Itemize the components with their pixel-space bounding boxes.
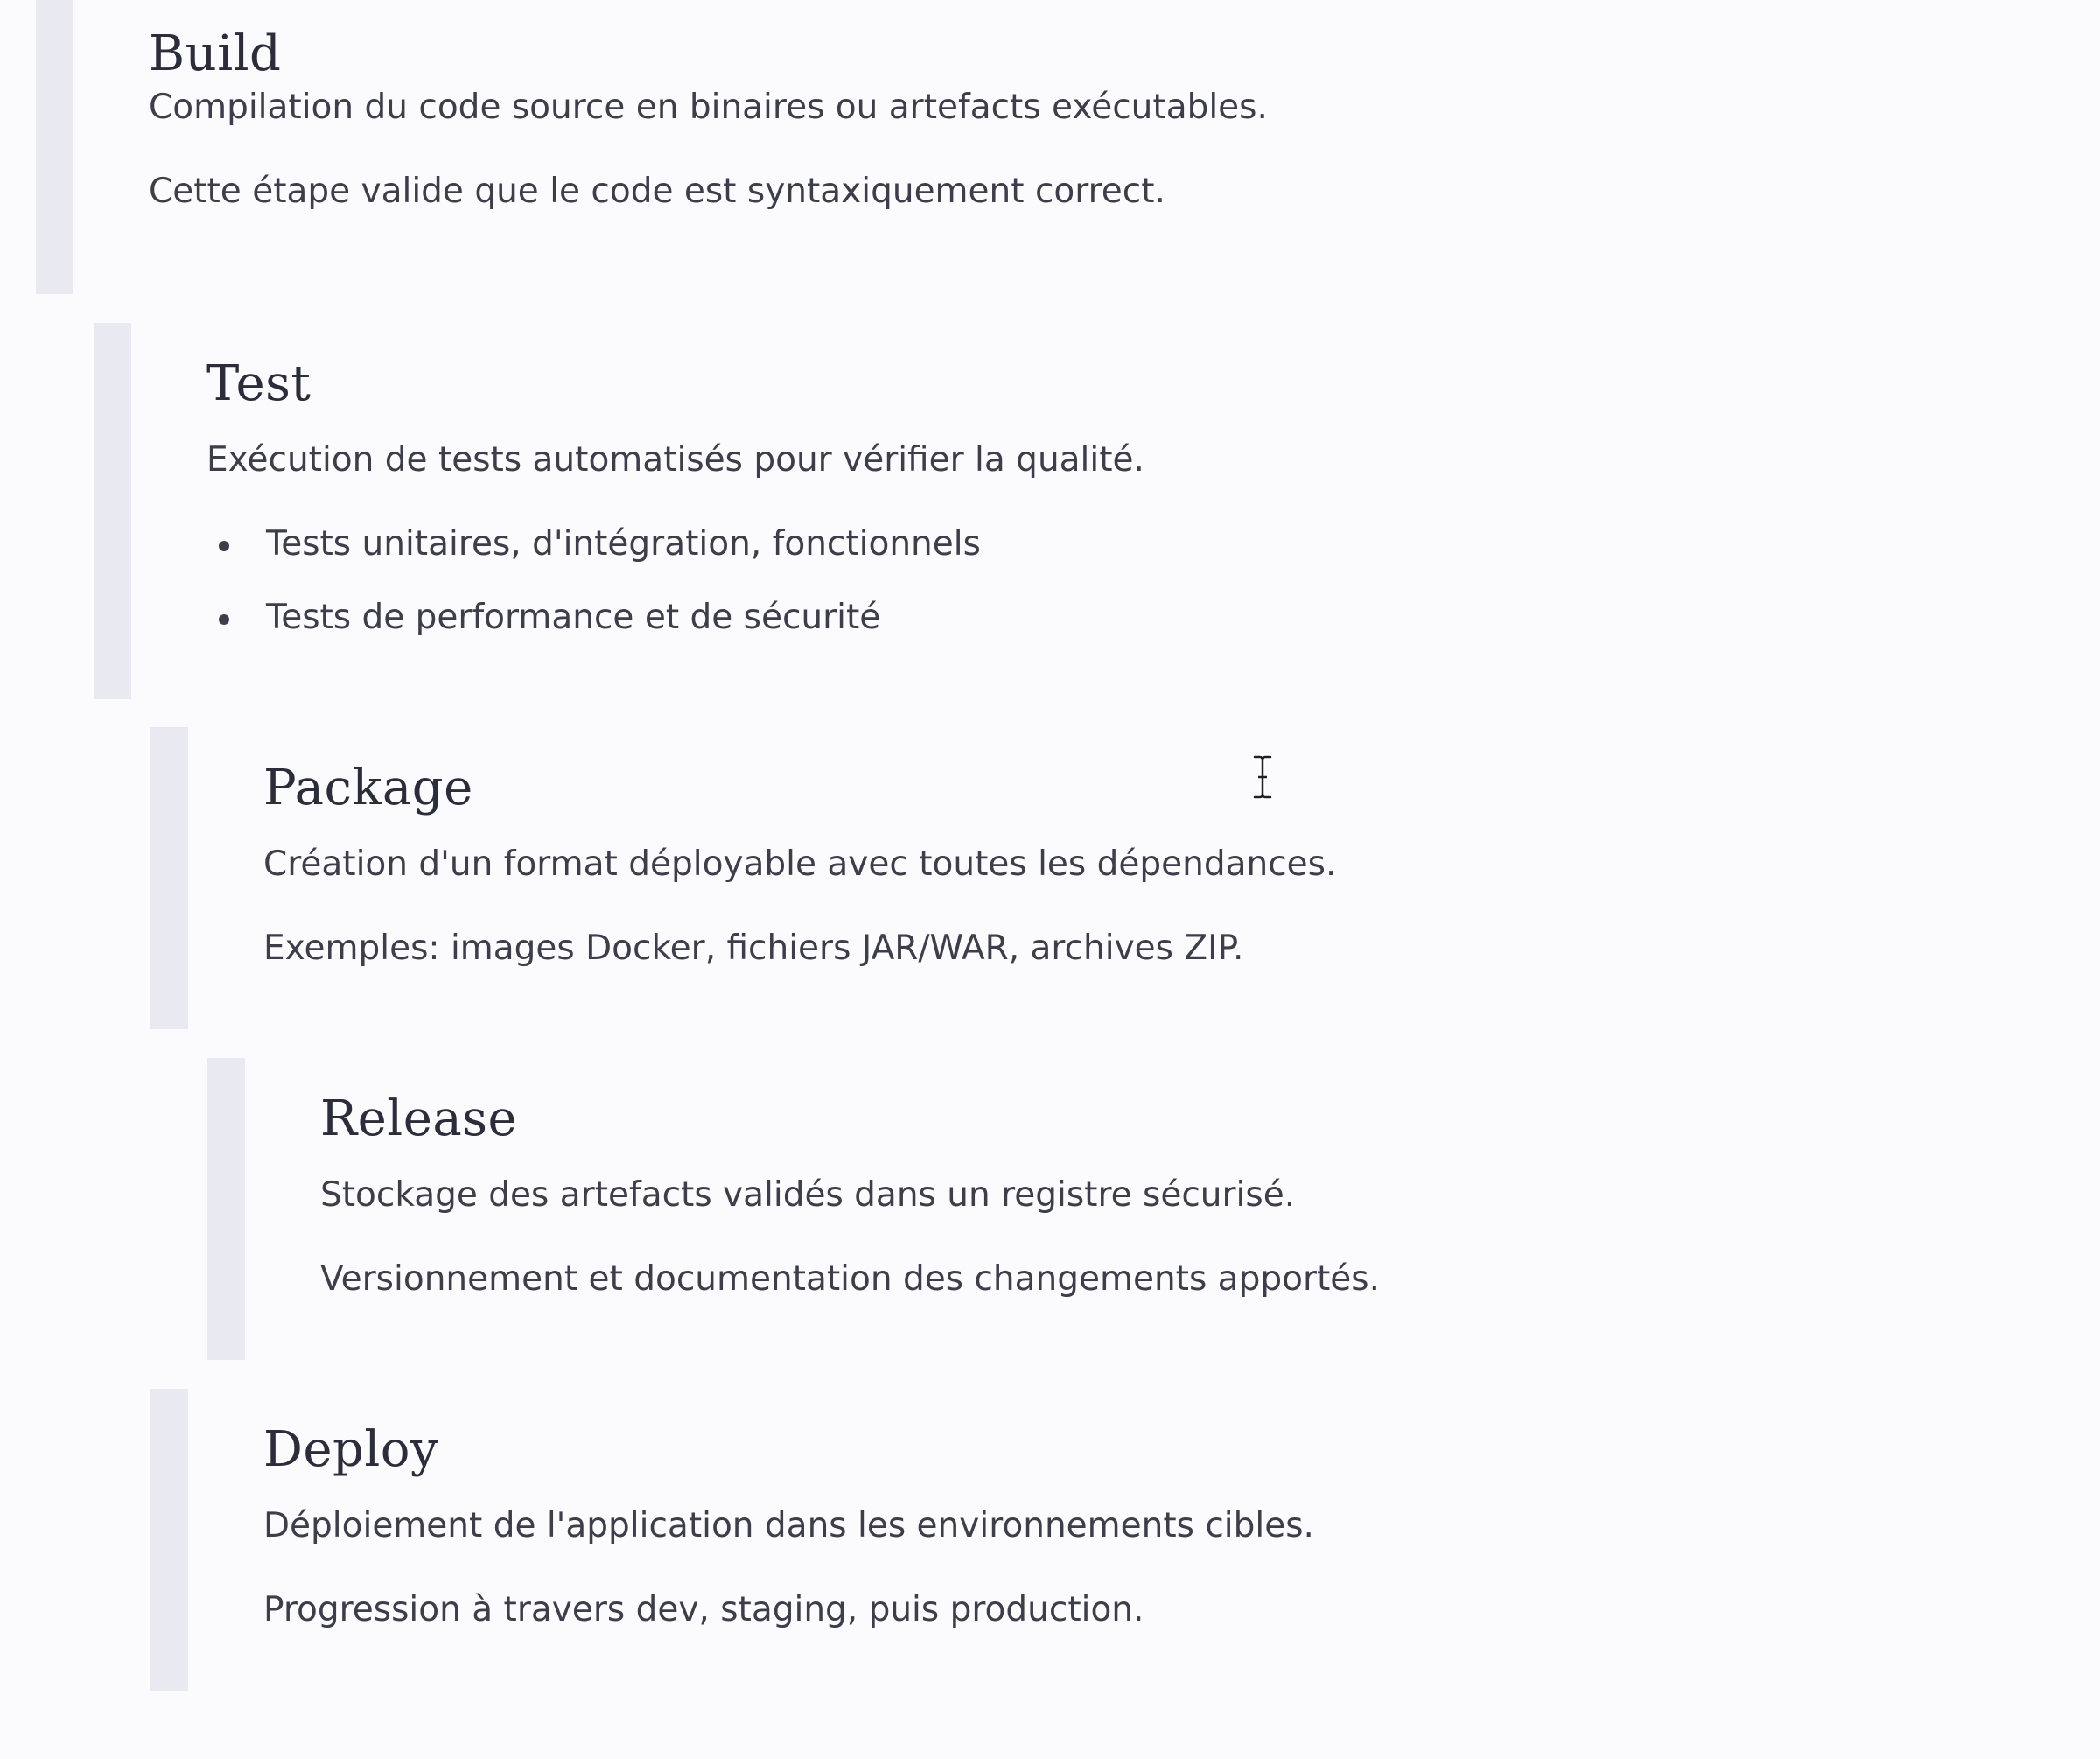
- stage-line: Exemples: images Docker, fichiers JAR/WA…: [263, 929, 1244, 968]
- stage-title: Package: [263, 760, 473, 816]
- stage-build: Build Compilation du code source en bina…: [36, 0, 1268, 294]
- stage-line: Versionnement et documentation des chang…: [320, 1259, 1380, 1299]
- stage-line: Progression à travers dev, staging, puis…: [263, 1590, 1144, 1629]
- stage-title: Test: [206, 355, 312, 412]
- list-item: Tests de performance et de sécurité: [206, 596, 981, 640]
- stage-line: Déploiement de l'application dans les en…: [263, 1506, 1314, 1545]
- stage-deploy: Deploy Déploiement de l'application dans…: [150, 1389, 1314, 1691]
- stage-test: Test Exécution de tests automatisés pour…: [94, 323, 1144, 699]
- stage-title: Deploy: [263, 1421, 439, 1478]
- stage-release: Release Stockage des artefacts validés d…: [207, 1058, 1380, 1360]
- stage-line: Stockage des artefacts validés dans un r…: [320, 1175, 1296, 1215]
- stage-bullets: Tests unitaires, d'intégration, fonction…: [206, 522, 981, 640]
- text-cursor-icon: [1252, 754, 1273, 800]
- stage-line: Création d'un format déployable avec tou…: [263, 844, 1337, 884]
- stage-title: Release: [320, 1090, 518, 1147]
- stage-title: Build: [149, 25, 282, 82]
- stage-line: Cette étape valide que le code est synta…: [149, 172, 1166, 211]
- list-item: Tests unitaires, d'intégration, fonction…: [206, 522, 981, 566]
- stage-line: Compilation du code source en binaires o…: [149, 88, 1268, 127]
- stage-package: Package Création d'un format déployable …: [150, 727, 1336, 1029]
- stage-description: Exécution de tests automatisés pour véri…: [206, 440, 1144, 480]
